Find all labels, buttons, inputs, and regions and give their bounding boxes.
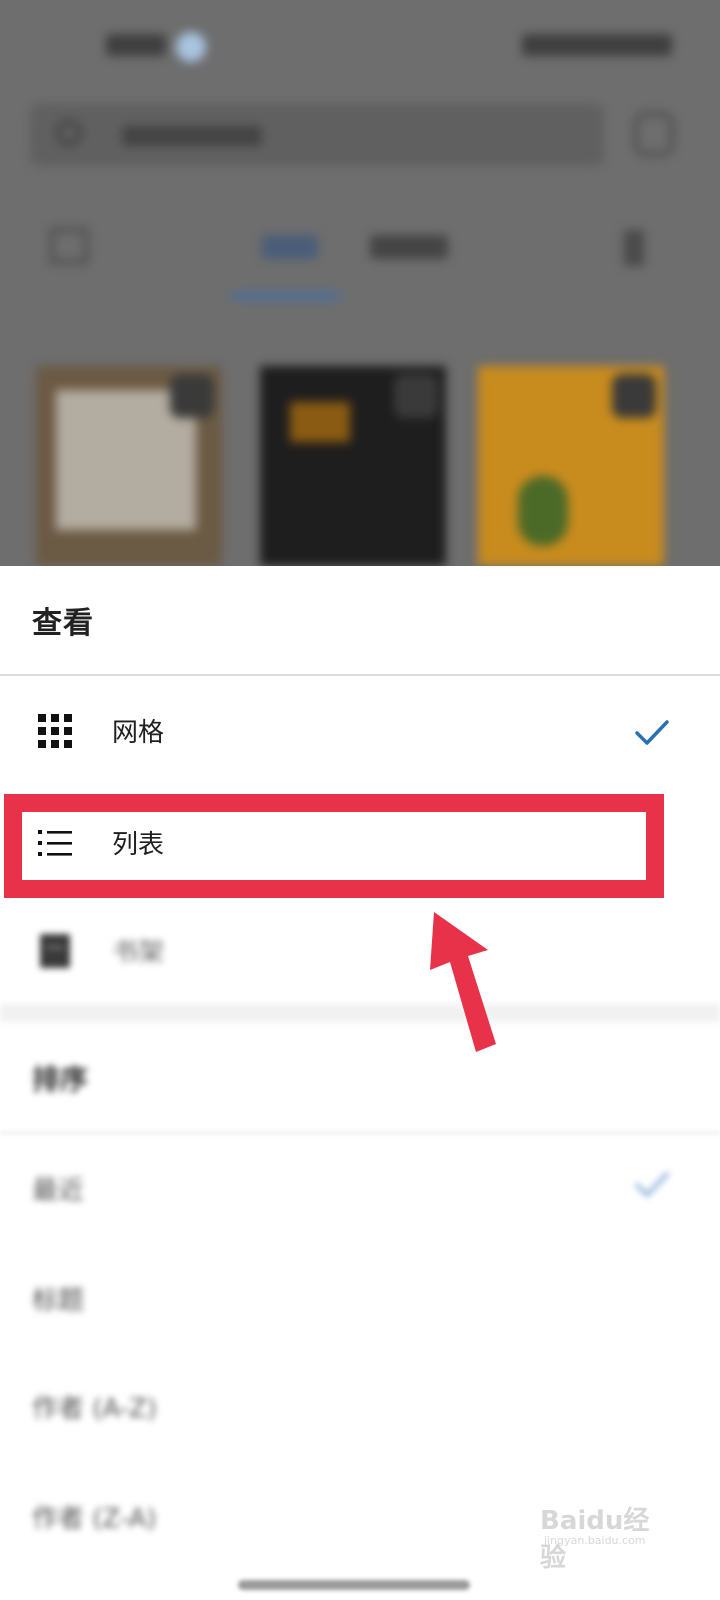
section-separator: [0, 1004, 720, 1022]
checkmark-icon: [635, 720, 669, 745]
view-option-grid[interactable]: 网格: [0, 676, 720, 786]
bookshelf-icon: [40, 934, 70, 968]
book-cover: [478, 366, 664, 566]
sort-icon: [624, 230, 644, 266]
tab-indicator: [232, 292, 340, 300]
watermark-site: jingyan.baidu.com: [544, 1534, 646, 1547]
sort-option-author-az[interactable]: 作者 (A-Z): [32, 1388, 157, 1425]
search-bar: [30, 104, 604, 166]
book-cover: [36, 366, 222, 566]
status-bar: [0, 0, 720, 90]
view-option-label: 网格: [112, 718, 165, 748]
book-cover: [260, 366, 446, 566]
sort-option-recent[interactable]: 最近: [32, 1170, 84, 1207]
divider: [0, 1132, 720, 1134]
search-placeholder: [122, 126, 262, 146]
tab-downloaded: [370, 235, 448, 259]
status-time: [106, 34, 166, 56]
view-option-bookshelf[interactable]: 书架: [0, 896, 720, 1006]
sheet-title: 查看: [32, 606, 94, 641]
sort-section-title: 排序: [32, 1063, 89, 1096]
view-option-label: 书架: [112, 938, 165, 968]
screen: 查看 网格 列表 书架 排序 最近 标题 作者 (A-Z) 作者 (Z-A) B…: [0, 0, 720, 1600]
view-option-label: 列表: [112, 830, 165, 860]
tab-all: [262, 235, 318, 259]
library-icon: [50, 228, 88, 264]
home-indicator[interactable]: [238, 1580, 470, 1590]
status-indicators: [522, 34, 672, 56]
download-badge-icon: [394, 374, 438, 418]
checkmark-icon: [635, 1172, 669, 1197]
background-app-scrim[interactable]: [0, 0, 720, 578]
watermark-logo: Baidu经验 jingyan.baidu.com: [540, 1490, 674, 1573]
notification-dot-icon: [176, 32, 206, 62]
view-options-sheet: 查看 网格 列表 书架 排序 最近 标题 作者 (A-Z) 作者 (Z-A): [0, 566, 720, 1600]
list-icon: [38, 830, 72, 856]
sort-option-title[interactable]: 标题: [32, 1280, 84, 1317]
download-badge-icon: [170, 374, 214, 418]
profile-icon: [634, 112, 674, 156]
grid-icon: [38, 714, 72, 748]
search-icon: [56, 120, 82, 146]
sort-option-author-za[interactable]: 作者 (Z-A): [32, 1498, 157, 1535]
view-option-list[interactable]: 列表: [0, 788, 720, 898]
download-badge-icon: [612, 374, 656, 418]
